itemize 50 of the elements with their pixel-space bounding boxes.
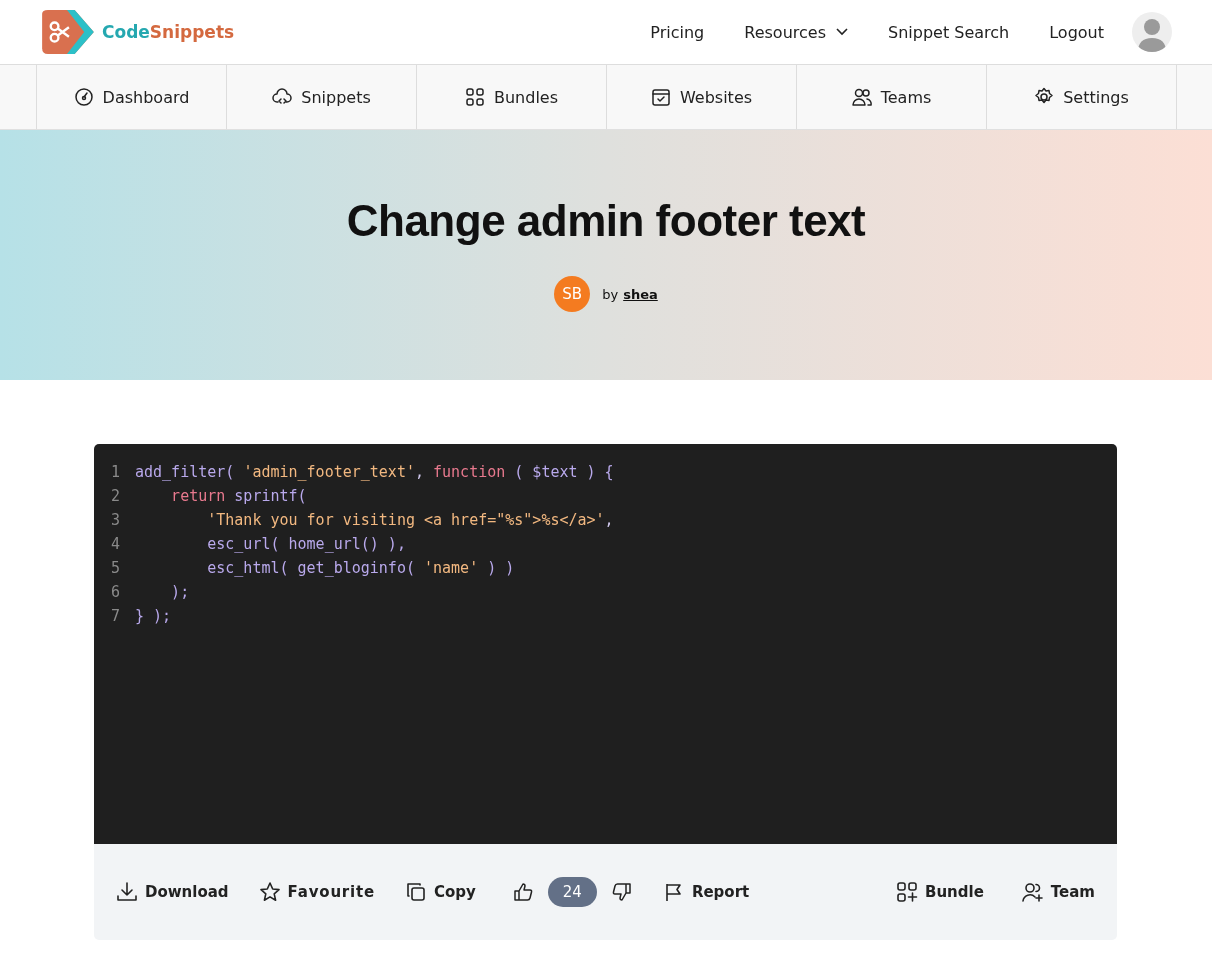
nav-tab[interactable]: Snippets xyxy=(226,65,416,129)
line-number: 1 xyxy=(109,463,120,481)
line-number: 5 xyxy=(109,559,120,577)
grid-plus-icon xyxy=(896,881,918,903)
chevron-down-icon xyxy=(836,28,848,36)
code-line: ); xyxy=(170,583,190,601)
action-button[interactable]: Download xyxy=(116,881,229,903)
line-number: 6 xyxy=(109,583,120,601)
code-line: } ); xyxy=(135,607,172,625)
author-link[interactable]: shea xyxy=(623,286,658,302)
code-line: esc_url( home_url() ), xyxy=(206,535,406,553)
code-line: 'Thank you for visiting <a href="%s">%s</a>', xyxy=(206,511,614,529)
nav-tab[interactable]: Teams xyxy=(796,65,986,129)
code-line: add_filter( 'admin_footer_text', function ( $text ) { xyxy=(135,463,614,481)
nav-tab[interactable]: Settings xyxy=(986,65,1177,129)
vote-count: 24 xyxy=(547,877,597,907)
nav-link[interactable]: Logout xyxy=(1049,22,1104,42)
byline-text: by xyxy=(602,286,619,302)
grid-icon xyxy=(464,87,485,107)
action-button[interactable]: Team xyxy=(1021,881,1095,903)
nav-link[interactable]: Resources xyxy=(744,22,848,42)
action-button[interactable]: Favourite xyxy=(258,881,375,903)
thumbs-down-icon[interactable] xyxy=(610,881,633,903)
nav-link[interactable]: Snippet Search xyxy=(888,22,1010,42)
author-avatar: SB xyxy=(554,276,591,312)
action-button[interactable]: Copy xyxy=(404,881,476,903)
star-icon xyxy=(258,881,281,903)
line-number: 7 xyxy=(109,607,120,625)
line-number: 2 xyxy=(109,487,120,505)
line-number: 3 xyxy=(109,511,120,529)
nav-tab[interactable]: Websites xyxy=(606,65,796,129)
download-icon xyxy=(116,881,138,903)
line-number: 4 xyxy=(109,535,120,553)
user-plus-icon xyxy=(1021,881,1044,903)
cloud-code-icon xyxy=(272,87,293,107)
report-button[interactable]: Report xyxy=(662,881,750,903)
nav-link[interactable]: Pricing xyxy=(650,22,705,42)
calendar-icon xyxy=(650,87,671,107)
user-avatar[interactable] xyxy=(1132,12,1172,52)
gauge-icon xyxy=(73,87,94,107)
action-button[interactable]: Bundle xyxy=(896,881,984,903)
snippet-title: Change admin footer text xyxy=(346,196,866,246)
copy-icon xyxy=(404,881,427,903)
code-line: esc_html( get_bloginfo( 'name' ) ) xyxy=(206,559,515,577)
nav-tab[interactable]: Bundles xyxy=(416,65,606,129)
code-line: return sprintf( xyxy=(170,487,307,505)
logo-text[interactable]: CodeSnippets xyxy=(102,22,235,42)
people-icon xyxy=(851,87,872,107)
thumbs-up-icon[interactable] xyxy=(511,881,534,903)
nav-tab[interactable]: Dashboard xyxy=(36,65,226,129)
